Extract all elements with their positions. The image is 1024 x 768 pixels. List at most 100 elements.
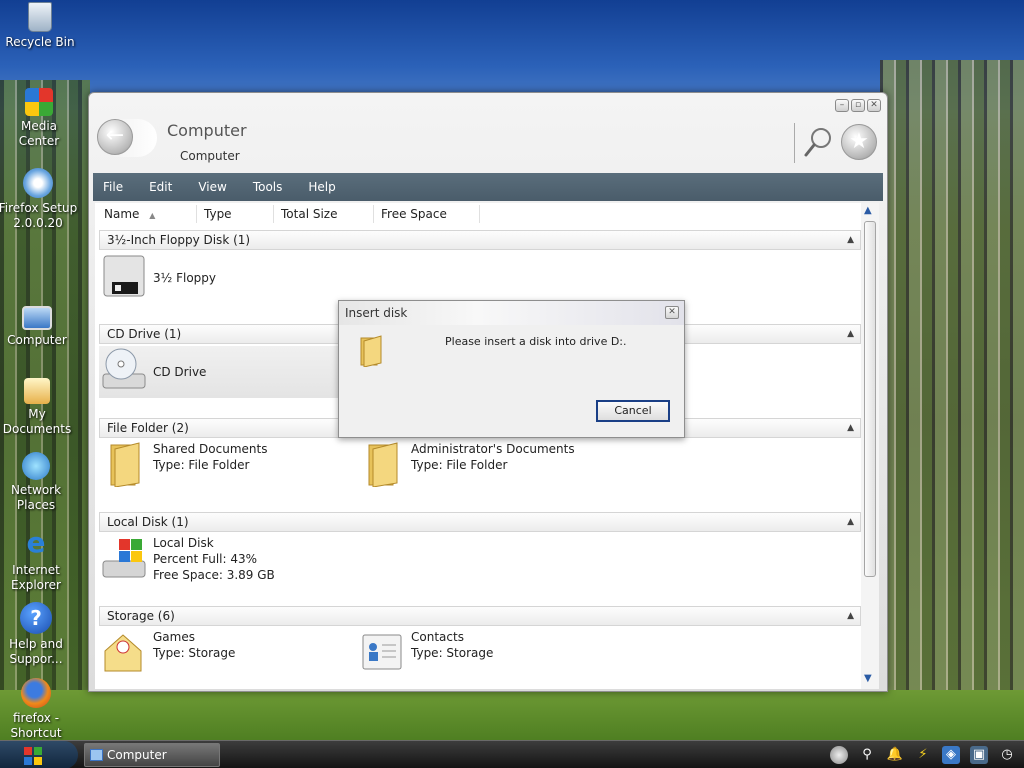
collapse-icon[interactable]: ▲ bbox=[847, 513, 854, 532]
column-header-name[interactable]: Name ▲ bbox=[97, 205, 197, 223]
desktop-icon-help-support[interactable]: ? Help and Suppor... bbox=[0, 602, 76, 667]
contacts-icon bbox=[362, 634, 402, 670]
tray-lightning-icon[interactable]: ⚡ bbox=[914, 746, 932, 764]
list-item-shared-documents[interactable]: Shared Documents Type: File Folder bbox=[101, 441, 267, 487]
menu-edit[interactable]: Edit bbox=[149, 180, 172, 194]
taskbar-button-label: Computer bbox=[107, 748, 167, 762]
group-header-label: File Folder (2) bbox=[107, 421, 189, 435]
desktop-trees bbox=[880, 60, 1024, 700]
tray-clock-icon[interactable]: ◷ bbox=[998, 746, 1016, 764]
desktop-icon-internet-explorer[interactable]: e Internet Explorer bbox=[0, 528, 76, 593]
collapse-icon[interactable]: ▲ bbox=[847, 231, 854, 250]
collapse-icon[interactable]: ▲ bbox=[847, 607, 854, 626]
window-controls: – ▫ ✕ bbox=[835, 99, 881, 112]
item-type: Type: Storage bbox=[411, 646, 494, 660]
vertical-scrollbar[interactable]: ▲ ▼ bbox=[861, 203, 879, 689]
system-tray: ⚲ 🔔 ⚡ ◈ ▣ ◷ bbox=[830, 741, 1024, 768]
item-name: Contacts bbox=[411, 630, 464, 644]
computer-icon bbox=[90, 749, 103, 761]
column-headers: Name ▲ Type Total Size Free Space bbox=[97, 205, 480, 223]
taskbar: Computer ⚲ 🔔 ⚡ ◈ ▣ ◷ bbox=[0, 740, 1024, 768]
list-item-cd-drive[interactable]: CD Drive bbox=[99, 346, 341, 398]
cancel-button[interactable]: Cancel bbox=[596, 400, 670, 422]
item-name: Administrator's Documents bbox=[411, 442, 575, 456]
file-list: Name ▲ Type Total Size Free Space 3½-Inc… bbox=[95, 203, 879, 689]
scroll-down-icon[interactable]: ▼ bbox=[864, 673, 872, 684]
tray-globe-icon[interactable] bbox=[830, 746, 848, 764]
back-arrow-icon: ← bbox=[97, 119, 133, 155]
collapse-icon[interactable]: ▲ bbox=[847, 325, 854, 344]
desktop-icon-my-documents[interactable]: My Documents bbox=[0, 378, 77, 437]
item-name: CD Drive bbox=[153, 365, 207, 379]
local-disk-icon bbox=[102, 539, 146, 578]
menu-view[interactable]: View bbox=[198, 180, 226, 194]
recycle-bin-icon bbox=[28, 2, 52, 32]
dialog-close-button[interactable]: ✕ bbox=[665, 306, 679, 319]
tray-search-icon[interactable]: ⚲ bbox=[858, 746, 876, 764]
desktop-icon-label: Internet Explorer bbox=[11, 563, 61, 592]
taskbar-button-computer[interactable]: Computer bbox=[84, 743, 220, 767]
collapse-icon[interactable]: ▲ bbox=[847, 419, 854, 438]
item-name: Shared Documents bbox=[153, 442, 268, 456]
maximize-button[interactable]: ▫ bbox=[851, 99, 865, 112]
list-item-administrators-documents[interactable]: Administrator's Documents Type: File Fol… bbox=[359, 441, 575, 487]
scroll-up-icon[interactable]: ▲ bbox=[864, 205, 872, 216]
minimize-button[interactable]: – bbox=[835, 99, 849, 112]
desktop-icon-media-center[interactable]: Media Center bbox=[0, 88, 79, 149]
desktop-icon-label: Computer bbox=[7, 333, 67, 347]
group-header-storage[interactable]: Storage (6) ▲ bbox=[99, 606, 861, 626]
column-header-free-space[interactable]: Free Space bbox=[374, 205, 480, 223]
item-percent-full: Percent Full: 43% bbox=[153, 552, 258, 566]
breadcrumb[interactable]: Computer bbox=[180, 149, 240, 163]
tray-network-icon[interactable]: ◈ bbox=[942, 746, 960, 764]
folder-icon bbox=[368, 442, 398, 487]
list-item-games[interactable]: Games Type: Storage bbox=[101, 629, 235, 675]
floppy-drive-icon bbox=[103, 255, 145, 297]
list-item-floppy[interactable]: 3½ Floppy bbox=[101, 252, 216, 298]
desktop-icon-label: Media Center bbox=[18, 119, 60, 148]
item-name: 3½ Floppy bbox=[153, 271, 216, 285]
tray-bell-icon[interactable]: 🔔 bbox=[886, 746, 904, 764]
desktop-icon-firefox-shortcut[interactable]: firefox - Shortcut bbox=[0, 678, 76, 741]
desktop-grass bbox=[0, 690, 1024, 740]
start-button[interactable] bbox=[0, 741, 78, 768]
scrollbar-thumb[interactable] bbox=[864, 221, 876, 577]
favorites-star-icon[interactable]: ★ bbox=[841, 124, 877, 160]
insert-disk-dialog[interactable]: Insert disk ✕ Please insert a disk into … bbox=[338, 300, 685, 438]
desktop-icon-label: My Documents bbox=[2, 407, 72, 436]
folder-icon bbox=[360, 335, 382, 367]
cd-drive-icon bbox=[102, 348, 146, 389]
help-support-icon: ? bbox=[20, 602, 52, 634]
list-item-contacts[interactable]: Contacts Type: Storage bbox=[359, 629, 493, 675]
folder-icon bbox=[110, 442, 140, 487]
group-header-label: CD Drive (1) bbox=[107, 327, 182, 341]
menu-help[interactable]: Help bbox=[308, 180, 335, 194]
column-header-total-size[interactable]: Total Size bbox=[274, 205, 374, 223]
games-folder-icon bbox=[104, 634, 142, 672]
column-header-type[interactable]: Type bbox=[197, 205, 274, 223]
group-header-floppy[interactable]: 3½-Inch Floppy Disk (1) ▲ bbox=[99, 230, 861, 250]
list-item-local-disk[interactable]: Local Disk Percent Full: 43% Free Space:… bbox=[101, 535, 275, 583]
desktop-icon-recycle-bin[interactable]: Recycle Bin bbox=[0, 2, 80, 50]
item-type: Type: File Folder bbox=[411, 458, 508, 472]
firefox-shortcut-icon bbox=[21, 678, 51, 708]
search-icon[interactable] bbox=[803, 126, 833, 158]
desktop-icon-firefox-setup[interactable]: Firefox Setup 2.0.0.20 bbox=[0, 168, 78, 231]
desktop-icon-network-places[interactable]: Network Places bbox=[0, 452, 76, 513]
item-type: Type: File Folder bbox=[153, 458, 250, 472]
close-button[interactable]: ✕ bbox=[867, 99, 881, 112]
group-header-label: Local Disk (1) bbox=[107, 515, 189, 529]
desktop-icon-label: Recycle Bin bbox=[5, 35, 75, 49]
menu-tools[interactable]: Tools bbox=[253, 180, 283, 194]
menu-file[interactable]: File bbox=[103, 180, 123, 194]
media-center-icon bbox=[25, 88, 53, 116]
menu-bar: File Edit View Tools Help bbox=[93, 173, 883, 201]
group-header-label: 3½-Inch Floppy Disk (1) bbox=[107, 233, 251, 247]
windows-logo-icon bbox=[24, 747, 42, 765]
group-header-local-disk[interactable]: Local Disk (1) ▲ bbox=[99, 512, 861, 532]
back-button[interactable]: ← bbox=[97, 119, 157, 157]
tray-display-icon[interactable]: ▣ bbox=[970, 746, 988, 764]
toolbar-separator bbox=[794, 123, 795, 163]
desktop-icon-computer[interactable]: Computer bbox=[0, 306, 77, 348]
sort-ascending-icon: ▲ bbox=[149, 211, 156, 220]
